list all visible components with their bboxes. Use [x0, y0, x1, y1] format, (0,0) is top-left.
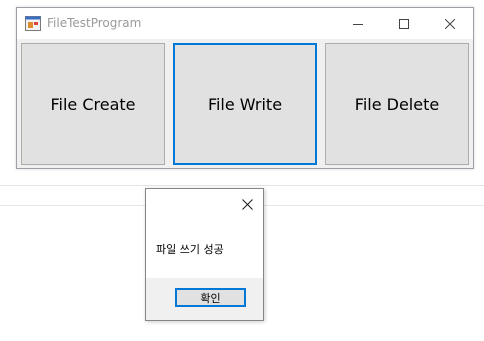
dialog-message: 파일 쓰기 성공	[156, 243, 224, 256]
file-create-button[interactable]: File Create	[21, 43, 165, 165]
file-create-label: File Create	[50, 94, 136, 114]
background-divider	[0, 185, 484, 186]
maximize-icon	[399, 14, 409, 33]
dialog-footer: 확인	[146, 278, 263, 320]
ok-button-label: 확인	[200, 291, 221, 305]
window-app-icon	[25, 16, 41, 31]
close-button[interactable]	[427, 8, 473, 39]
main-window: FileTestProgram File Create File Write F…	[16, 7, 474, 169]
file-delete-button[interactable]: File Delete	[325, 43, 469, 165]
maximize-button[interactable]	[381, 8, 427, 39]
dialog-close-button[interactable]	[238, 195, 256, 213]
message-dialog: 파일 쓰기 성공 확인	[145, 188, 264, 321]
title-bar[interactable]: FileTestProgram	[17, 8, 473, 39]
window-title: FileTestProgram	[47, 16, 142, 30]
close-icon	[444, 14, 456, 33]
minimize-button[interactable]	[335, 8, 381, 39]
ok-button[interactable]: 확인	[175, 288, 246, 307]
minimize-icon	[353, 14, 363, 33]
file-delete-label: File Delete	[354, 94, 440, 114]
close-icon	[241, 195, 253, 214]
file-write-label: File Write	[207, 94, 283, 114]
file-write-button[interactable]: File Write	[173, 43, 317, 165]
